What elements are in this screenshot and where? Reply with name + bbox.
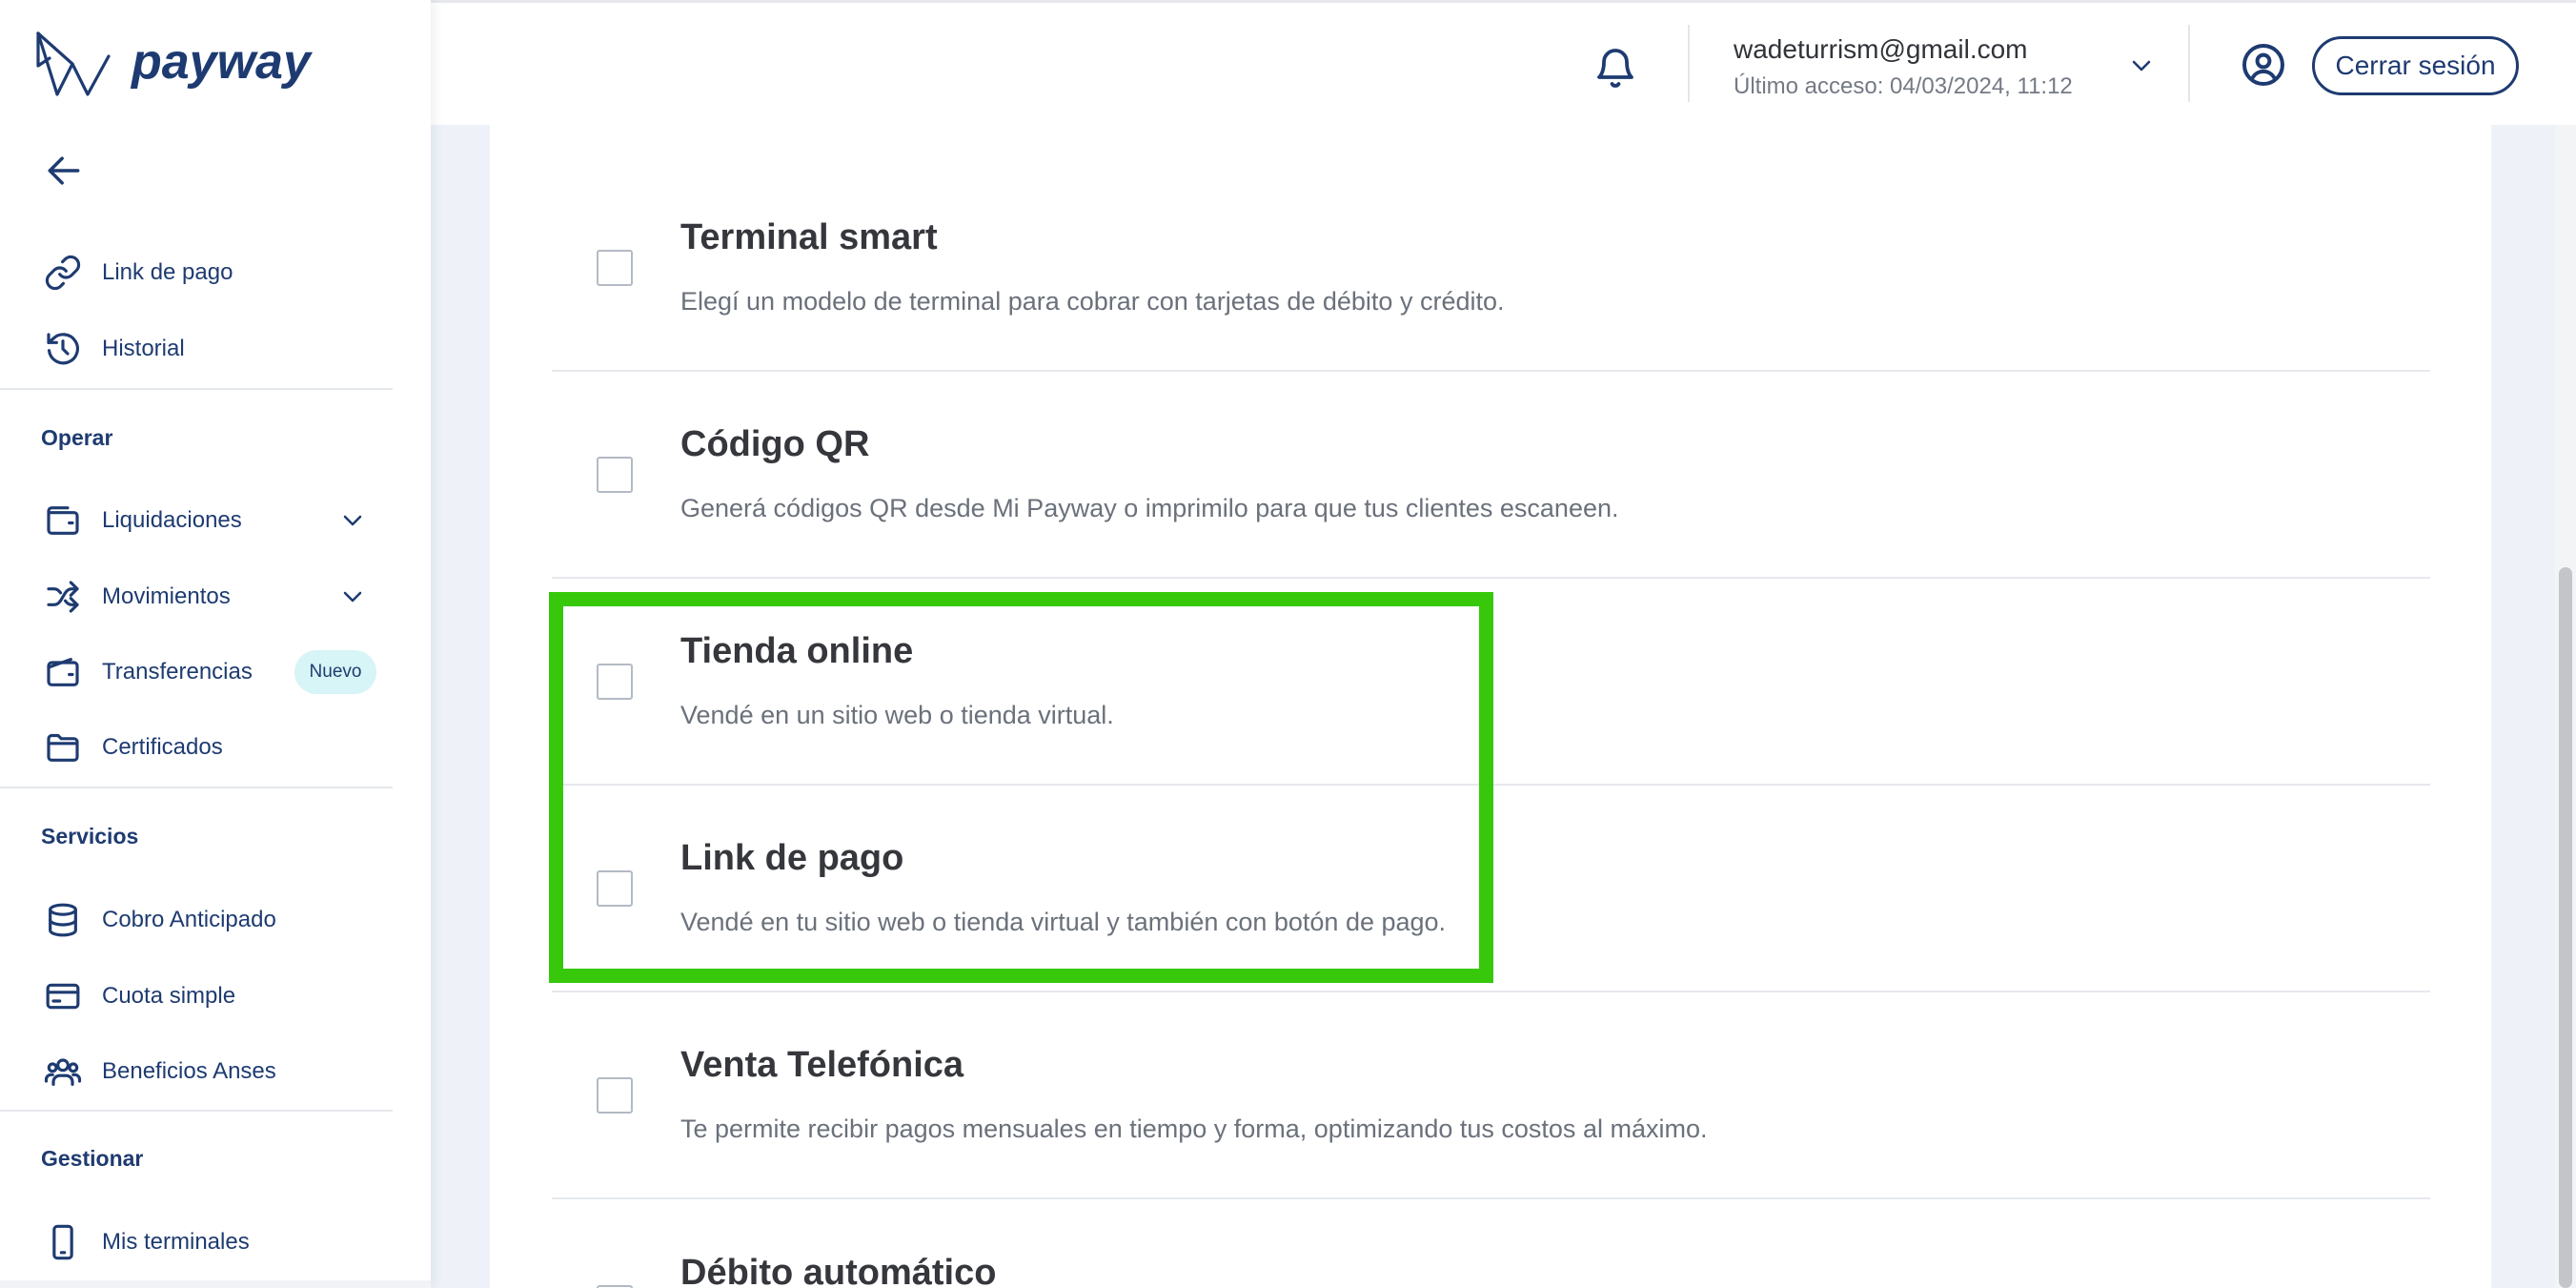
sidebar-item-label: Movimientos xyxy=(102,583,231,609)
option-title: Venta Telefónica xyxy=(680,1045,964,1085)
option-description: Vendé en un sitio web o tienda virtual. xyxy=(680,701,1114,729)
section-title-gestionar: Gestionar xyxy=(41,1146,144,1171)
option-title: Link de pago xyxy=(680,838,904,878)
option-title: Tienda online xyxy=(680,631,914,671)
sidebar-divider xyxy=(0,1110,393,1112)
checkbox-codigo-qr[interactable] xyxy=(597,457,633,493)
checkbox-link-de-pago[interactable] xyxy=(597,870,633,907)
user-circle-icon[interactable] xyxy=(2241,42,2286,88)
option-venta-telefonica[interactable]: Venta Telefónica Te permite recibir pago… xyxy=(552,992,2430,1199)
credit-card-icon xyxy=(46,983,80,1010)
sidebar-item-label: Certificados xyxy=(102,734,223,760)
option-tienda-online[interactable]: Tienda online Vendé en un sitio web o ti… xyxy=(552,579,2430,786)
sidebar-item-label: Liquidaciones xyxy=(102,507,242,533)
sidebar-item-link-de-pago[interactable]: Link de pago xyxy=(0,239,393,306)
sidebar-divider xyxy=(0,388,393,390)
sidebar-item-beneficios-anses[interactable]: Beneficios Anses xyxy=(0,1038,393,1105)
wallet-icon xyxy=(47,506,79,535)
sidebar-item-label: Cuota simple xyxy=(102,983,236,1009)
option-codigo-qr[interactable]: Código QR Generá códigos QR desde Mi Pay… xyxy=(552,372,2430,579)
history-icon xyxy=(47,333,79,365)
option-link-de-pago[interactable]: Link de pago Vendé en tu sitio web o tie… xyxy=(552,786,2430,992)
wallet-icon xyxy=(47,658,79,686)
link-icon xyxy=(45,255,81,291)
sidebar-item-certificados[interactable]: Certificados xyxy=(0,714,393,781)
logo-text: payway xyxy=(132,34,311,90)
option-debito-automatico[interactable]: Débito automático xyxy=(552,1200,2430,1288)
checkbox-tienda-online[interactable] xyxy=(597,664,633,700)
sidebar-item-label: Historial xyxy=(102,336,185,361)
chevron-down-icon[interactable] xyxy=(2126,51,2157,81)
bell-icon[interactable] xyxy=(1592,45,1638,91)
sidebar-item-highlight[interactable] xyxy=(0,1280,431,1288)
sidebar-item-movimientos[interactable]: Movimientos xyxy=(0,563,393,630)
option-description: Vendé en tu sitio web o tienda virtual y… xyxy=(680,908,1447,936)
header-divider xyxy=(2188,25,2190,102)
users-icon xyxy=(44,1058,82,1086)
top-header: wadeturrism@gmail.com Último acceso: 04/… xyxy=(431,0,2576,125)
last-access: Último acceso: 04/03/2024, 11:12 xyxy=(1734,73,2073,99)
header-top-border xyxy=(431,0,2576,3)
chevron-down-icon[interactable] xyxy=(337,505,368,536)
sidebar-item-label: Beneficios Anses xyxy=(102,1058,276,1084)
option-terminal-smart[interactable]: Terminal smart Elegí un modelo de termin… xyxy=(552,165,2430,372)
payway-logo[interactable]: payway xyxy=(36,30,322,98)
option-title: Débito automático xyxy=(680,1253,997,1288)
database-icon xyxy=(49,903,77,937)
payway-logo-mark xyxy=(36,31,111,96)
sidebar: payway Link de pago Historial Operar Liq… xyxy=(0,0,431,1288)
sidebar-item-transferencias[interactable]: Transferencias Nuevo xyxy=(0,639,393,705)
sidebar-item-mis-terminales[interactable]: Mis terminales xyxy=(0,1209,393,1276)
checkbox-venta-telefonica[interactable] xyxy=(597,1077,633,1114)
option-description: Generá códigos QR desde Mi Payway o impr… xyxy=(680,494,1619,522)
option-title: Código QR xyxy=(680,424,870,464)
section-title-operar: Operar xyxy=(41,425,113,450)
sidebar-item-label: Cobro Anticipado xyxy=(102,907,276,932)
sidebar-item-cuota-simple[interactable]: Cuota simple xyxy=(0,963,393,1030)
chevron-down-icon[interactable] xyxy=(337,582,368,612)
sidebar-item-liquidaciones[interactable]: Liquidaciones xyxy=(0,487,393,554)
folder-icon xyxy=(47,733,79,762)
scrollbar-thumb[interactable] xyxy=(2559,567,2572,1288)
shuffle-icon xyxy=(47,581,79,613)
sidebar-item-historial[interactable]: Historial xyxy=(0,316,393,382)
option-description: Elegí un modelo de terminal para cobrar … xyxy=(680,287,1505,316)
checkbox-terminal-smart[interactable] xyxy=(597,250,633,286)
sidebar-item-label: Mis terminales xyxy=(102,1229,250,1255)
back-arrow-icon[interactable] xyxy=(43,150,85,192)
option-description: Te permite recibir pagos mensuales en ti… xyxy=(680,1114,1708,1143)
sidebar-item-cobro-anticipado[interactable]: Cobro Anticipado xyxy=(0,887,393,953)
new-badge: Nuevo xyxy=(294,650,376,694)
section-title-servicios: Servicios xyxy=(41,824,139,848)
logout-button[interactable]: Cerrar sesión xyxy=(2312,36,2519,95)
header-divider xyxy=(1688,25,1690,102)
sidebar-divider xyxy=(0,787,393,788)
sidebar-item-label: Transferencias xyxy=(102,659,253,685)
sidebar-item-label: Link de pago xyxy=(102,259,233,285)
option-title: Terminal smart xyxy=(680,217,938,257)
mobile-phone-icon xyxy=(52,1224,73,1260)
user-email: wadeturrism@gmail.com xyxy=(1734,34,2028,64)
